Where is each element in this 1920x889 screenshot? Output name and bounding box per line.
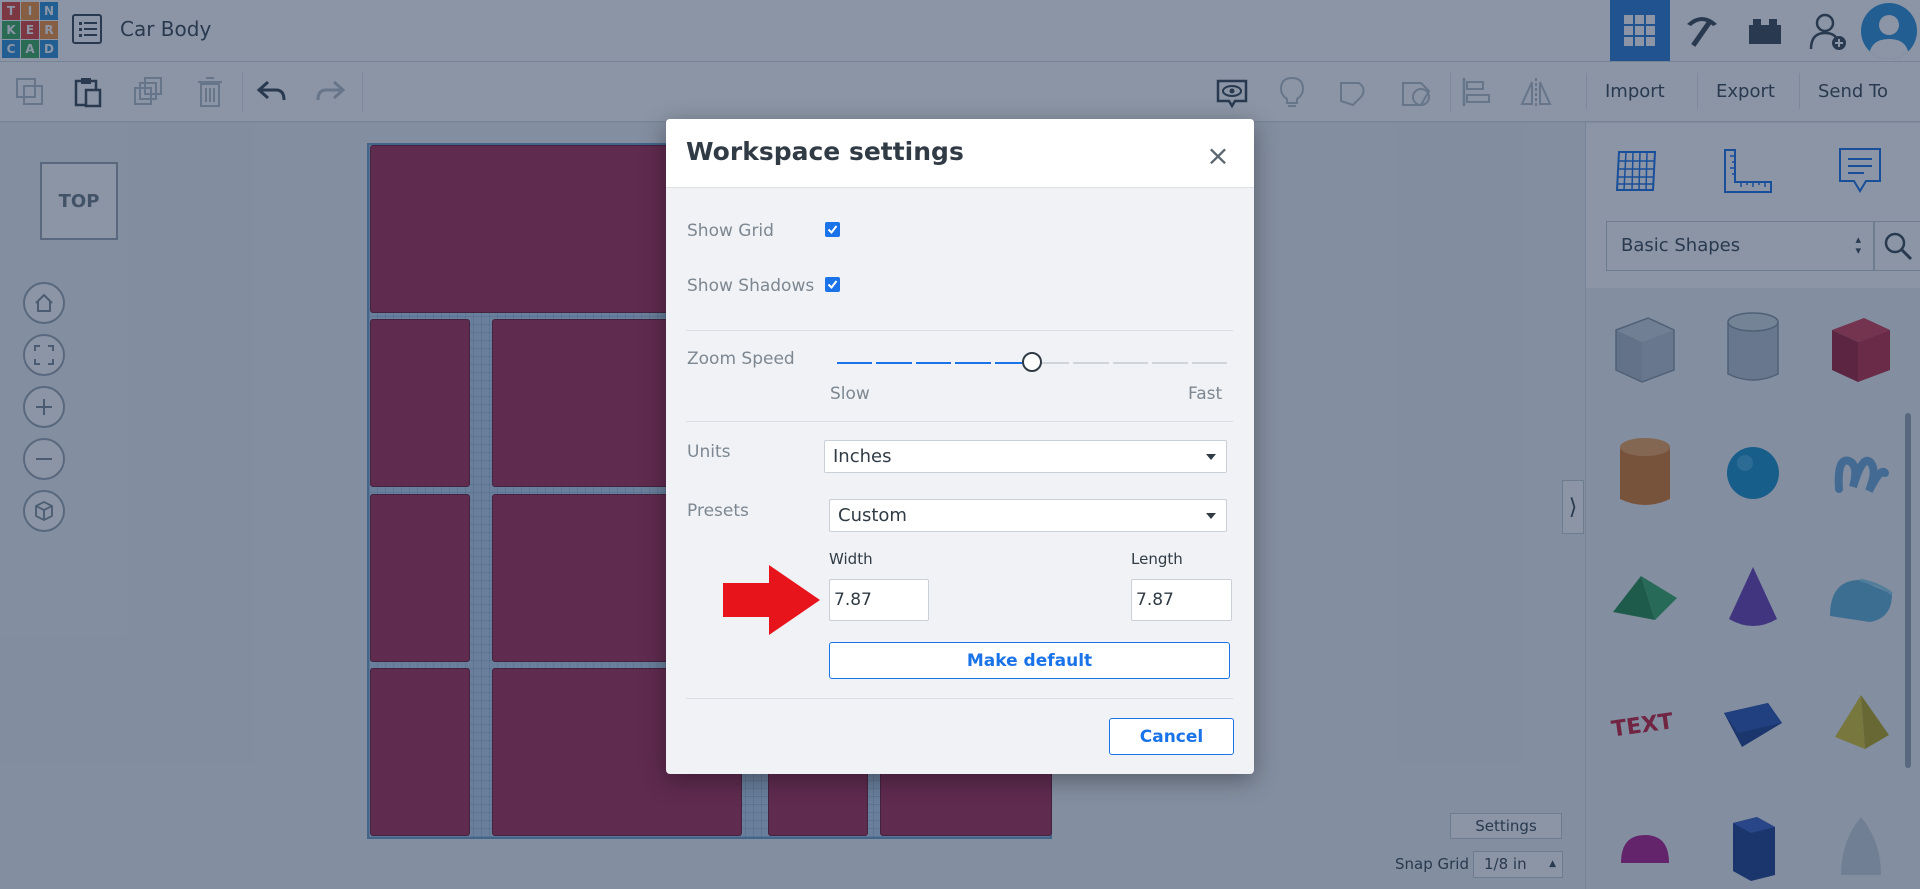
- zoom-speed-segment: [1073, 362, 1109, 364]
- caret-down-icon: [1206, 454, 1216, 460]
- checkmark-icon: [827, 225, 838, 235]
- workspace-settings-dialog: Workspace settings × Show Grid Show Shad…: [666, 119, 1254, 774]
- presets-select[interactable]: Custom: [829, 499, 1227, 532]
- presets-label: Presets: [687, 501, 749, 521]
- width-label: Width: [829, 550, 873, 568]
- zoom-speed-segment: [955, 362, 991, 364]
- zoom-speed-label: Zoom Speed: [687, 349, 795, 369]
- zoom-speed-segment: [1112, 362, 1149, 364]
- units-value: Inches: [833, 446, 892, 467]
- dialog-title: Workspace settings: [686, 137, 964, 166]
- make-default-button[interactable]: Make default: [829, 642, 1230, 679]
- zoom-speed-segment: [876, 362, 912, 364]
- cancel-button[interactable]: Cancel: [1109, 718, 1234, 755]
- length-input[interactable]: 7.87: [1131, 579, 1232, 621]
- checkmark-icon: [827, 280, 838, 290]
- zoom-slow-label: Slow: [830, 384, 870, 404]
- divider: [686, 421, 1233, 422]
- presets-value: Custom: [838, 505, 907, 526]
- zoom-speed-segment: [1152, 362, 1188, 364]
- caret-down-icon: [1206, 513, 1216, 519]
- dialog-header: Workspace settings ×: [666, 119, 1254, 188]
- show-shadows-label: Show Shadows: [687, 276, 815, 296]
- show-grid-checkbox[interactable]: [825, 222, 840, 237]
- zoom-speed-slider-thumb[interactable]: [1022, 352, 1042, 372]
- length-label: Length: [1131, 550, 1183, 568]
- divider: [686, 698, 1233, 699]
- zoom-speed-segment: [1191, 362, 1227, 364]
- divider: [686, 330, 1233, 331]
- red-arrow-annotation: [723, 565, 820, 635]
- width-input[interactable]: 7.87: [829, 579, 929, 621]
- show-shadows-checkbox[interactable]: [825, 277, 840, 292]
- zoom-fast-label: Fast: [1188, 384, 1223, 404]
- close-icon[interactable]: ×: [1203, 141, 1233, 171]
- units-label: Units: [687, 442, 731, 462]
- units-select[interactable]: Inches: [824, 440, 1227, 473]
- show-grid-label: Show Grid: [687, 221, 774, 241]
- zoom-speed-segment: [837, 362, 873, 364]
- zoom-speed-segment: [915, 362, 952, 364]
